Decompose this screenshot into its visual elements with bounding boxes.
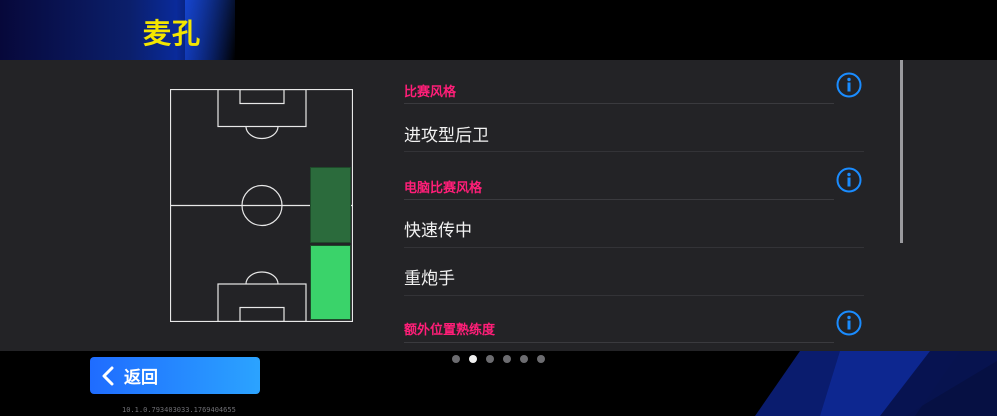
page-indicator [452,355,545,365]
player-name: 麦孔 [143,17,202,50]
section-divider [404,199,834,200]
back-button[interactable]: 返回 [90,357,260,394]
row-divider [404,247,864,248]
style-info-list: 比赛风格 进攻型后卫 电脑比赛风格 快速传中 重炮手 额外位置熟练度 [390,60,870,351]
content-panel: 比赛风格 进攻型后卫 电脑比赛风格 快速传中 重炮手 额外位置熟练度 [0,60,997,351]
zone-rb-upper [310,167,351,243]
ai-style-item: 重炮手 [404,269,455,289]
back-label: 返回 [124,368,158,388]
ai-style-item: 快速传中 [404,221,472,241]
header-bar: 麦孔 [0,0,997,60]
row-divider [404,151,864,152]
section-divider [404,342,834,343]
page-dot[interactable] [452,355,460,363]
section-title-additional-positions: 额外位置熟练度 [404,323,496,338]
section-divider [404,103,834,104]
info-icon[interactable] [836,72,862,98]
page-dot[interactable] [503,355,511,363]
build-version: 10.1.0.793403033.1769404655 [122,406,236,414]
scrollbar[interactable] [900,60,903,243]
section-title-ai-playing-style: 电脑比赛风格 [404,181,483,196]
zone-rb-lower [310,245,351,320]
section-title-playing-style: 比赛风格 [404,85,457,100]
info-icon[interactable] [836,167,862,193]
playing-style-value: 进攻型后卫 [404,126,489,146]
position-pitch [170,89,353,322]
row-divider [404,295,864,296]
player-profile-screen: 麦孔 比赛风格 进攻型后卫 电脑比赛风格 快速传中 重炮手 额外位置熟练度 返回… [0,0,997,416]
chevron-left-icon [102,366,114,385]
info-icon[interactable] [836,310,862,336]
page-dot[interactable] [520,355,528,363]
bottom-bar: 返回 10.1.0.793403033.1769404655 [0,351,997,416]
page-dot-active[interactable] [469,355,477,363]
page-dot[interactable] [486,355,494,363]
page-dot[interactable] [537,355,545,363]
